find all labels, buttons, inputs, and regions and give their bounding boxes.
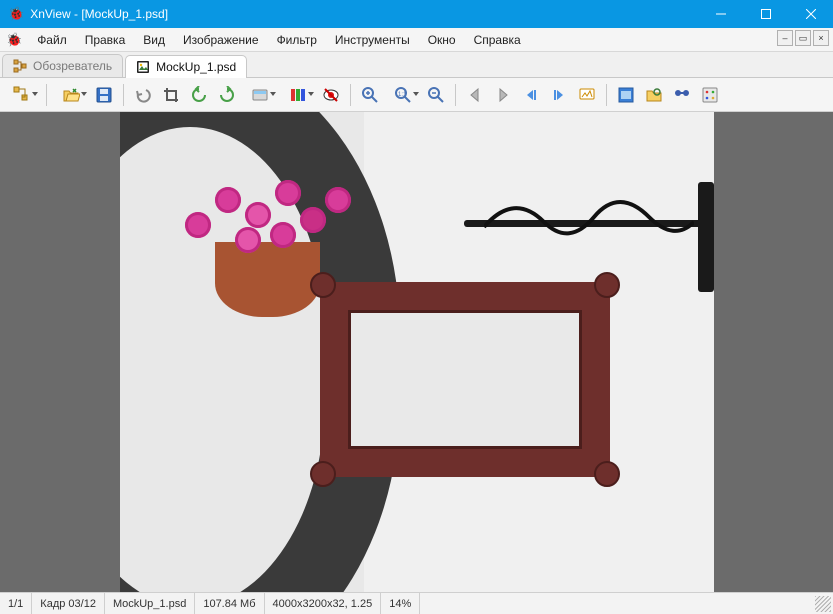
minimize-button[interactable]: [698, 0, 743, 28]
prev-page-button[interactable]: [518, 82, 544, 108]
status-frame: Кадр 03/12: [32, 593, 105, 614]
toolbar-separator: [123, 84, 124, 106]
compare-button[interactable]: [641, 82, 667, 108]
menu-image[interactable]: Изображение: [174, 30, 268, 50]
status-filesize: 107.84 Мб: [195, 593, 264, 614]
undo-button[interactable]: [130, 82, 156, 108]
toolbar-separator: [46, 84, 47, 106]
find-button[interactable]: [669, 82, 695, 108]
menu-filter[interactable]: Фильтр: [268, 30, 326, 50]
svg-text:1:1: 1:1: [398, 92, 407, 98]
dropdown-caret-icon: [413, 92, 419, 96]
title-bar: 🐞 XnView - [MockUp_1.psd]: [0, 0, 833, 28]
adjust-button[interactable]: [280, 82, 316, 108]
tree-icon: [13, 59, 27, 73]
mdi-close-button[interactable]: ×: [813, 30, 829, 46]
app-icon: 🐞: [8, 6, 24, 22]
toolbar-separator: [606, 84, 607, 106]
menu-edit[interactable]: Правка: [76, 30, 135, 50]
prev-button[interactable]: [462, 82, 488, 108]
menu-file[interactable]: Файл: [28, 30, 76, 50]
image-surface: [120, 112, 714, 592]
status-zoom: 14%: [381, 593, 420, 614]
menu-tools[interactable]: Инструменты: [326, 30, 419, 50]
app-menu-icon: 🐞: [6, 32, 22, 48]
mdi-restore-button[interactable]: ▭: [795, 30, 811, 46]
tab-bar: Обозреватель MockUp_1.psd: [0, 52, 833, 78]
redeye-button[interactable]: [318, 82, 344, 108]
dropdown-caret-icon: [32, 92, 38, 96]
mdi-minimize-button[interactable]: –: [777, 30, 793, 46]
status-page: 1/1: [0, 593, 32, 614]
tab-file[interactable]: MockUp_1.psd: [125, 55, 247, 78]
toolbar-separator: [350, 84, 351, 106]
dropdown-caret-icon: [270, 92, 276, 96]
menu-help[interactable]: Справка: [465, 30, 530, 50]
menu-view[interactable]: Вид: [134, 30, 174, 50]
resize-grip-icon[interactable]: [815, 596, 831, 612]
rotate-left-button[interactable]: [186, 82, 212, 108]
close-button[interactable]: [788, 0, 833, 28]
next-button[interactable]: [490, 82, 516, 108]
tab-browser-label: Обозреватель: [33, 59, 112, 73]
crop-button[interactable]: [158, 82, 184, 108]
zoom-out-button[interactable]: [423, 82, 449, 108]
toolbar-separator: [455, 84, 456, 106]
tab-file-label: MockUp_1.psd: [156, 60, 236, 74]
zoom-in-button[interactable]: [357, 82, 383, 108]
dropdown-caret-icon: [308, 92, 314, 96]
status-bar: 1/1 Кадр 03/12 MockUp_1.psd 107.84 Мб 40…: [0, 592, 833, 614]
status-filename: MockUp_1.psd: [105, 593, 195, 614]
browse-folder-button[interactable]: [4, 82, 40, 108]
open-folder-button[interactable]: [53, 82, 89, 108]
acquire-button[interactable]: [242, 82, 278, 108]
menu-window[interactable]: Окно: [419, 30, 465, 50]
next-page-button[interactable]: [546, 82, 572, 108]
canvas-area[interactable]: [0, 112, 833, 592]
status-dimensions: 4000x3200x32, 1.25: [265, 593, 382, 614]
save-button[interactable]: [91, 82, 117, 108]
tab-browser[interactable]: Обозреватель: [2, 54, 123, 77]
options-button[interactable]: [697, 82, 723, 108]
image-file-icon: [136, 60, 150, 74]
maximize-button[interactable]: [743, 0, 788, 28]
toolbar: 1:1: [0, 78, 833, 112]
dropdown-caret-icon: [81, 92, 87, 96]
menu-bar: 🐞 Файл Правка Вид Изображение Фильтр Инс…: [0, 28, 833, 52]
slideshow-button[interactable]: [574, 82, 600, 108]
mdi-controls: – ▭ ×: [777, 30, 829, 46]
window-title: XnView - [MockUp_1.psd]: [30, 7, 168, 21]
fullscreen-button[interactable]: [613, 82, 639, 108]
zoom-actual-button[interactable]: 1:1: [385, 82, 421, 108]
rotate-right-button[interactable]: [214, 82, 240, 108]
